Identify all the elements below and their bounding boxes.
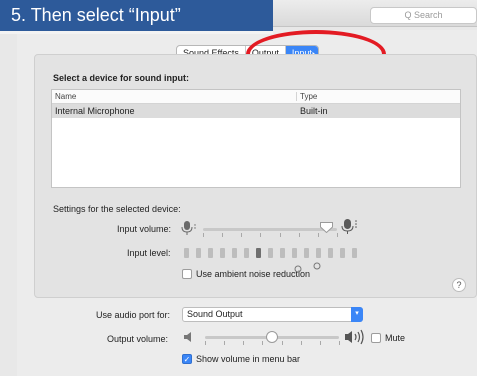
slider-tick [222, 233, 224, 237]
level-segment [304, 248, 309, 258]
ambient-noise-checkbox[interactable] [182, 269, 192, 279]
slider-tick [203, 233, 204, 237]
level-segment [328, 248, 333, 258]
slider-tick [298, 233, 300, 237]
slider-tick [205, 341, 206, 345]
audio-port-value: Sound Output [187, 309, 243, 319]
level-segment [280, 248, 285, 258]
output-volume-label: Output volume: [107, 334, 169, 344]
level-segment [256, 248, 261, 258]
mute-label: Mute [385, 333, 406, 343]
device-type: Built-in [300, 106, 328, 116]
mute-checkbox[interactable] [371, 333, 381, 343]
audio-port-label: Use audio port for: [96, 310, 171, 320]
level-segment [340, 248, 345, 258]
slider-tick [317, 233, 319, 237]
show-volume-label: Show volume in menu bar [196, 354, 301, 364]
slider-tick [319, 341, 321, 345]
microphone-low-icon [181, 221, 196, 235]
device-name: Internal Microphone [55, 106, 135, 116]
microphone-high-icon [341, 219, 357, 234]
slider-tick [300, 341, 302, 345]
slider-tick [337, 233, 338, 237]
level-segment [352, 248, 357, 258]
speaker-low-icon [184, 332, 191, 342]
level-segment [184, 248, 189, 258]
slider-tick [260, 233, 262, 237]
table-header: Name Type [52, 90, 460, 104]
level-segment [196, 248, 201, 258]
level-segment [244, 248, 249, 258]
column-header-name[interactable]: Name [55, 92, 76, 101]
tutorial-caption: 5. Then select “Input” [0, 0, 273, 34]
cursor-trail-icon [294, 262, 321, 273]
level-segment [232, 248, 237, 258]
slider-tick [281, 341, 283, 345]
level-segment [316, 248, 321, 258]
input-device-table: Name Type Internal Microphone Built-in [51, 89, 461, 188]
slider-tick [224, 341, 226, 345]
level-segment [220, 248, 225, 258]
output-volume-thumb[interactable] [266, 331, 278, 343]
level-segment [292, 248, 297, 258]
slider-tick [279, 233, 281, 237]
slider-tick [262, 341, 264, 345]
settings-heading: Settings for the selected device: [53, 204, 181, 214]
speaker-high-icon [345, 329, 364, 345]
slider-tick [243, 341, 245, 345]
audio-port-select[interactable]: Sound Output ▾ [182, 307, 363, 322]
input-volume-label: Input volume: [117, 224, 172, 234]
table-row[interactable]: Internal Microphone Built-in [52, 104, 460, 118]
show-volume-checkbox[interactable]: ✓ [182, 354, 192, 364]
slider-tick [241, 233, 243, 237]
level-segment [208, 248, 213, 258]
help-icon[interactable]: ? [452, 278, 466, 292]
input-level-label: Input level: [127, 248, 171, 258]
column-header-type[interactable]: Type [296, 92, 317, 101]
select-arrows-icon: ▾ [351, 307, 363, 322]
level-segment [268, 248, 273, 258]
search-field[interactable]: Q Search [370, 7, 477, 24]
input-volume-slider[interactable] [203, 228, 337, 231]
input-volume-thumb[interactable] [320, 222, 334, 233]
device-select-heading: Select a device for sound input: [53, 73, 190, 83]
slider-tick [339, 341, 340, 345]
